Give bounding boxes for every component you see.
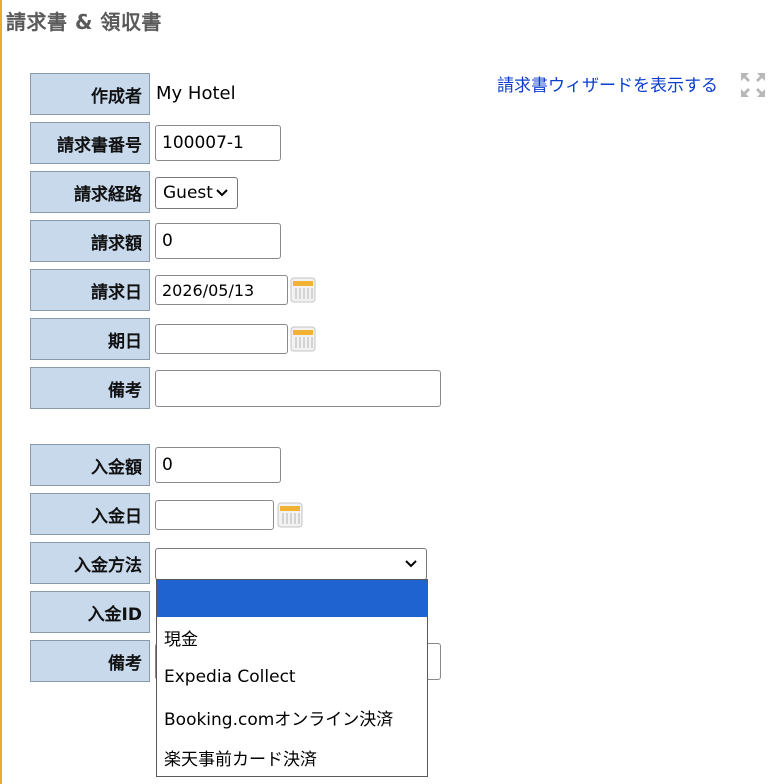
calendar-icon[interactable]	[290, 326, 316, 352]
invoice-number-label: 請求書番号	[30, 122, 150, 164]
invoice-date-input[interactable]	[155, 275, 288, 305]
chevron-down-icon	[216, 189, 228, 197]
invoice-amount-label: 請求額	[30, 220, 150, 262]
invoice-wizard-link[interactable]: 請求書ウィザードを表示する	[497, 71, 718, 96]
payment-method-label: 入金方法	[30, 542, 150, 584]
payment-method-option-rakuten[interactable]: 楽天事前カード決済	[157, 737, 427, 777]
invoice-note-label: 備考	[30, 367, 150, 409]
billing-route-label: 請求経路	[30, 171, 150, 213]
payment-method-option-booking[interactable]: Booking.comオンライン決済	[157, 697, 427, 737]
calendar-icon[interactable]	[290, 277, 316, 303]
creator-value: My Hotel	[156, 83, 236, 104]
due-date-label: 期日	[30, 318, 150, 360]
payment-method-select[interactable]	[155, 548, 427, 580]
page-title: 請求書 & 領収書	[6, 10, 162, 34]
payment-note-label: 備考	[30, 640, 150, 682]
due-date-input[interactable]	[155, 324, 288, 354]
creator-label: 作成者	[30, 73, 150, 115]
calendar-icon[interactable]	[277, 502, 303, 528]
expand-icon[interactable]	[740, 72, 766, 98]
payment-date-input[interactable]	[155, 500, 274, 530]
payment-id-label: 入金ID	[30, 591, 150, 633]
left-accent-bar	[0, 0, 2, 784]
invoice-note-input[interactable]	[155, 370, 441, 407]
invoice-number-input[interactable]	[155, 125, 281, 161]
payment-amount-input[interactable]	[155, 447, 281, 483]
invoice-amount-input[interactable]	[155, 223, 281, 259]
payment-amount-label: 入金額	[30, 444, 150, 486]
billing-route-select[interactable]: Guest	[155, 177, 238, 209]
payment-date-label: 入金日	[30, 493, 150, 535]
invoice-date-label: 請求日	[30, 269, 150, 311]
payment-method-option-empty[interactable]	[157, 580, 427, 617]
payment-method-dropdown[interactable]: 現金 Expedia Collect Booking.comオンライン決済 楽天…	[156, 579, 428, 777]
payment-method-option-expedia[interactable]: Expedia Collect	[157, 657, 427, 697]
chevron-down-icon	[405, 560, 417, 568]
billing-route-value: Guest	[163, 183, 213, 203]
payment-method-option-cash[interactable]: 現金	[157, 617, 427, 657]
